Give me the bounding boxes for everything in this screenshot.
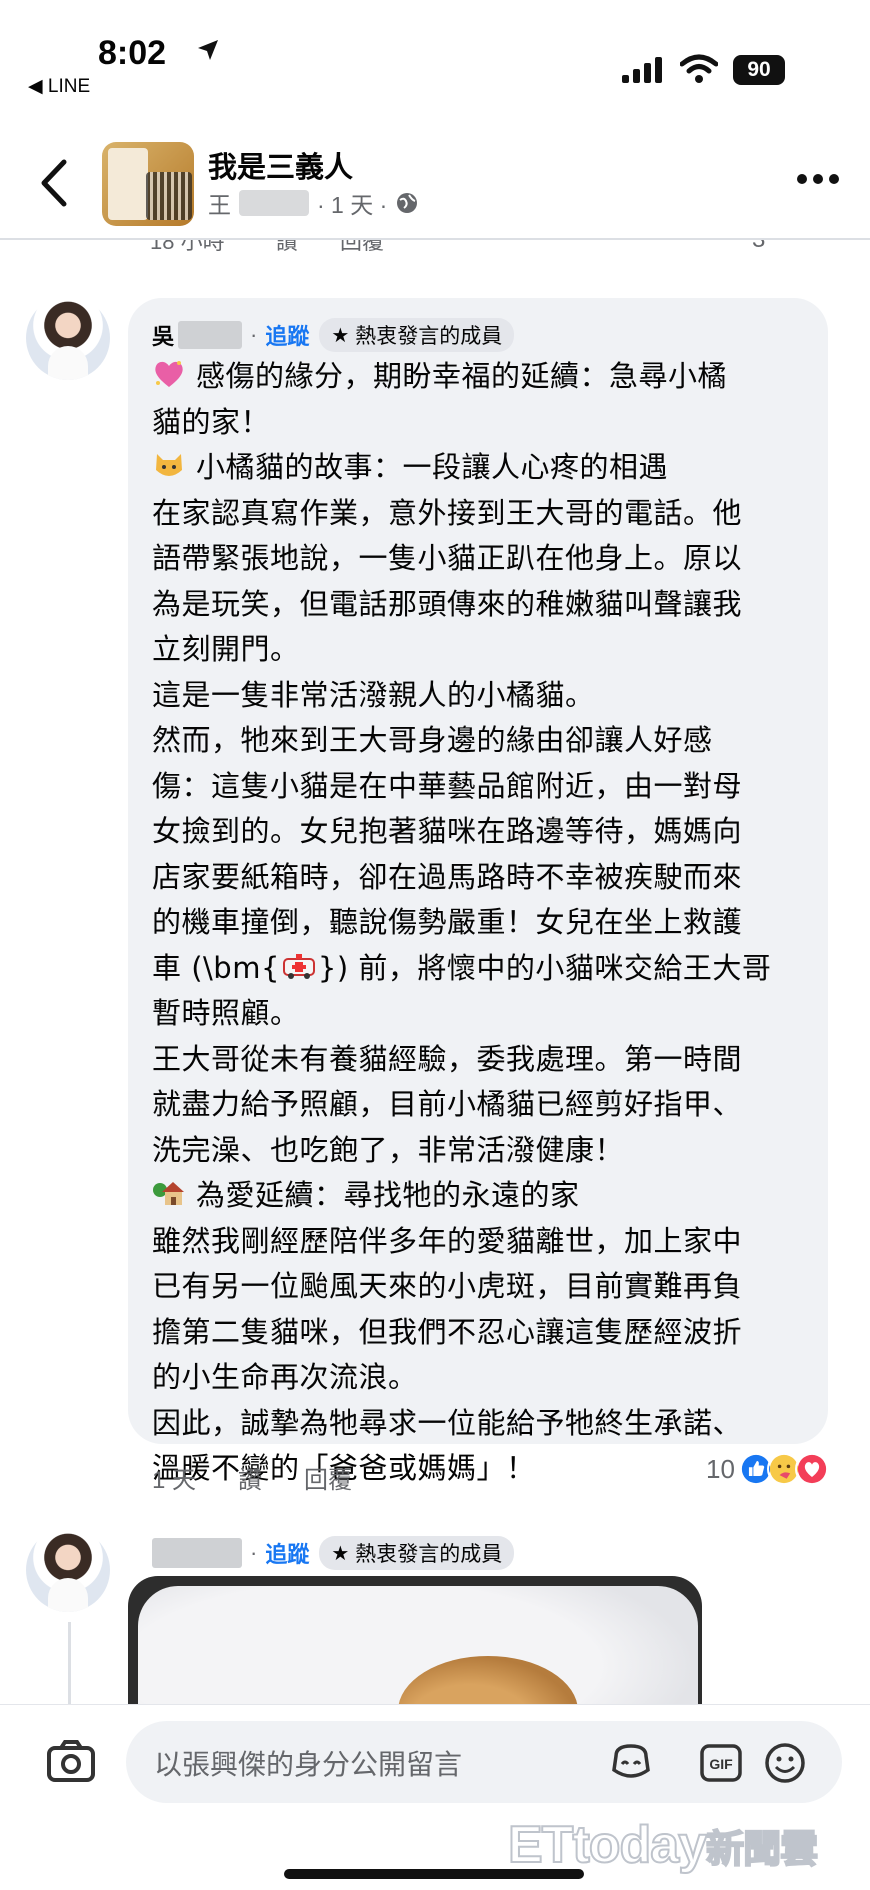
comment-reactions[interactable]: 10 bbox=[706, 1452, 829, 1486]
comment-line: 的機車撞倒，聽說傷勢嚴重！女兒在坐上救護 bbox=[152, 905, 743, 939]
comment-bubble: 吳 · 追蹤 ★ 熱衷發言的成員 感傷的緣分，期盼幸福的延續：急尋小橘 貓的家！… bbox=[128, 298, 828, 1485]
sparkling-heart-icon bbox=[155, 361, 183, 387]
group-name[interactable]: 我是三義人 bbox=[208, 144, 353, 186]
love-reaction-icon bbox=[794, 1452, 829, 1486]
comment-line: 車 (\bm{}) 前，將懷中的小貓咪交給王大哥 bbox=[152, 950, 772, 985]
commenter-name[interactable]: 吳 bbox=[152, 319, 174, 351]
back-chevron-icon[interactable] bbox=[36, 156, 70, 210]
comment-line: 感傷的緣分，期盼幸福的延續：急尋小橘 bbox=[152, 354, 812, 400]
redacted-name bbox=[178, 321, 243, 349]
ambulance-icon bbox=[282, 953, 315, 979]
status-bar: 8:02 ◀ LINE 90 bbox=[0, 0, 870, 110]
comment-line: 貓的家！ bbox=[152, 404, 271, 439]
comment-line: 洗完澡、也吃飽了，非常活潑健康！ bbox=[152, 1132, 625, 1167]
comment-line: 傷：這隻小貓是在中華藝品館附近，由一對母 bbox=[152, 768, 743, 803]
second-comment-header: · 追蹤 ★ 熱衷發言的成員 bbox=[152, 1536, 515, 1570]
location-arrow-icon bbox=[198, 40, 218, 60]
camera-icon[interactable] bbox=[46, 1739, 96, 1783]
battery-indicator: 90 bbox=[733, 55, 785, 85]
member-badge-label: 熱衷發言的成員 bbox=[355, 325, 503, 348]
star-icon: ★ bbox=[331, 324, 350, 347]
emoji-icon[interactable] bbox=[762, 1740, 808, 1786]
comment-line: 然而，牠來到王大哥身邊的緣由卻讓人好感 bbox=[152, 723, 713, 757]
ettoday-watermark: ETtoday新聞雲 bbox=[507, 1815, 819, 1875]
like-button[interactable]: 讚 bbox=[238, 1460, 262, 1495]
comment-line: 語帶緊張地說，一隻小貓正趴在他身上。原以 bbox=[152, 541, 743, 575]
house-with-garden-icon bbox=[153, 1182, 184, 1205]
redacted-name bbox=[152, 1538, 242, 1568]
comment-line: 店家要紙箱時，卻在過馬路時不幸被疾駛而來 bbox=[152, 859, 743, 894]
comment-line: 暫時照顧。 bbox=[152, 996, 300, 1030]
comment-line: 為愛延續：尋找牠的永遠的家 bbox=[152, 1173, 812, 1219]
follow-link[interactable]: 追蹤 bbox=[265, 319, 309, 351]
comment-line: 王大哥從未有養貓經驗，委我處理。第一時間 bbox=[152, 1041, 743, 1076]
post-age: · 1 天 · bbox=[317, 192, 388, 218]
comment-line: 女撿到的。女兒抱著貓咪在路邊等待，媽媽向 bbox=[152, 814, 743, 848]
second-member-badge: ★ 熱衷發言的成員 bbox=[319, 1536, 515, 1570]
comment-text: 感傷的緣分，期盼幸福的延續：急尋小橘 貓的家！ 小橘貓的故事：一段讓人心疼的相遇… bbox=[152, 354, 812, 1492]
second-commenter-avatar[interactable] bbox=[26, 1528, 110, 1612]
separator-dot: · bbox=[250, 1540, 258, 1565]
comment-line: 已有另一位颱風天來的小虎斑，目前實難再負 bbox=[152, 1269, 743, 1303]
gif-icon[interactable]: GIF bbox=[698, 1740, 744, 1786]
comment-input[interactable]: 以張興傑的身分公開留言 GIF bbox=[126, 1721, 842, 1803]
star-icon: ★ bbox=[331, 1542, 350, 1565]
comment-line: 擔第二隻貓咪，但我們不忍心讓這隻歷經波折 bbox=[152, 1314, 743, 1349]
comment-input-placeholder: 以張興傑的身分公開留言 bbox=[154, 1749, 463, 1780]
more-options-icon[interactable] bbox=[796, 172, 840, 186]
comment-line: 就盡力給予照顧，目前小橘貓已經剪好指甲、 bbox=[152, 1087, 743, 1121]
group-avatar-qr bbox=[146, 172, 192, 220]
home-indicator bbox=[284, 1869, 584, 1879]
post-header: 我是三義人 王 · 1 天 · bbox=[0, 130, 870, 240]
cat-face-icon bbox=[156, 454, 182, 476]
comment-actions: 1 天 讚 回覆 bbox=[152, 1460, 352, 1495]
reply-button[interactable]: 回覆 bbox=[304, 1460, 352, 1495]
status-time: 8:02 bbox=[98, 34, 167, 72]
second-follow-link[interactable]: 追蹤 bbox=[265, 1537, 309, 1569]
svg-text:GIF: GIF bbox=[709, 1756, 733, 1772]
comment-line: 這是一隻非常活潑親人的小橘貓。 bbox=[152, 677, 595, 712]
member-badge: ★ 熱衷發言的成員 bbox=[319, 318, 515, 352]
wifi-icon bbox=[680, 54, 718, 83]
reaction-count: 10 bbox=[706, 1453, 735, 1484]
redacted-author bbox=[239, 190, 309, 216]
commenter-avatar[interactable] bbox=[26, 296, 110, 380]
second-member-badge-label: 熱衷發言的成員 bbox=[355, 1543, 503, 1566]
comment-line: 小橘貓的故事：一段讓人心疼的相遇 bbox=[152, 445, 812, 491]
comment-line: 的小生命再次流浪。 bbox=[152, 1360, 418, 1394]
group-avatar[interactable] bbox=[102, 142, 194, 226]
separator-dot: · bbox=[250, 322, 258, 347]
globe-icon bbox=[397, 193, 418, 213]
back-to-line-link[interactable]: ◀ LINE bbox=[28, 75, 90, 98]
comment-line: 為是玩笑，但電話那頭傳來的稚嫩貓叫聲讓我 bbox=[152, 586, 743, 621]
cellular-signal-icon bbox=[622, 57, 662, 83]
comment-line: 雖然我剛經歷陪伴多年的愛貓離世，加上家中 bbox=[152, 1223, 743, 1258]
group-avatar-calendar bbox=[108, 148, 148, 220]
comment-line: 立刻開門。 bbox=[152, 632, 300, 666]
comment-line: 因此，誠摯為牠尋求一位能給予牠終生承諾、 bbox=[152, 1405, 743, 1440]
avatar-sticker-icon[interactable] bbox=[608, 1740, 654, 1786]
author-name-prefix[interactable]: 王 bbox=[208, 186, 231, 220]
comment-composer: 以張興傑的身分公開留言 GIF ETtoday新聞雲 bbox=[0, 1704, 870, 1890]
comment-line: 在家認真寫作業，意外接到王大哥的電話。他 bbox=[152, 495, 743, 530]
post-meta: 王 · 1 天 · bbox=[208, 186, 419, 220]
previous-comment-actions: 18 小時 讚 回覆 bbox=[150, 236, 850, 266]
comment-header: 吳 · 追蹤 ★ 熱衷發言的成員 bbox=[152, 318, 515, 352]
comment-time: 1 天 bbox=[152, 1467, 197, 1494]
